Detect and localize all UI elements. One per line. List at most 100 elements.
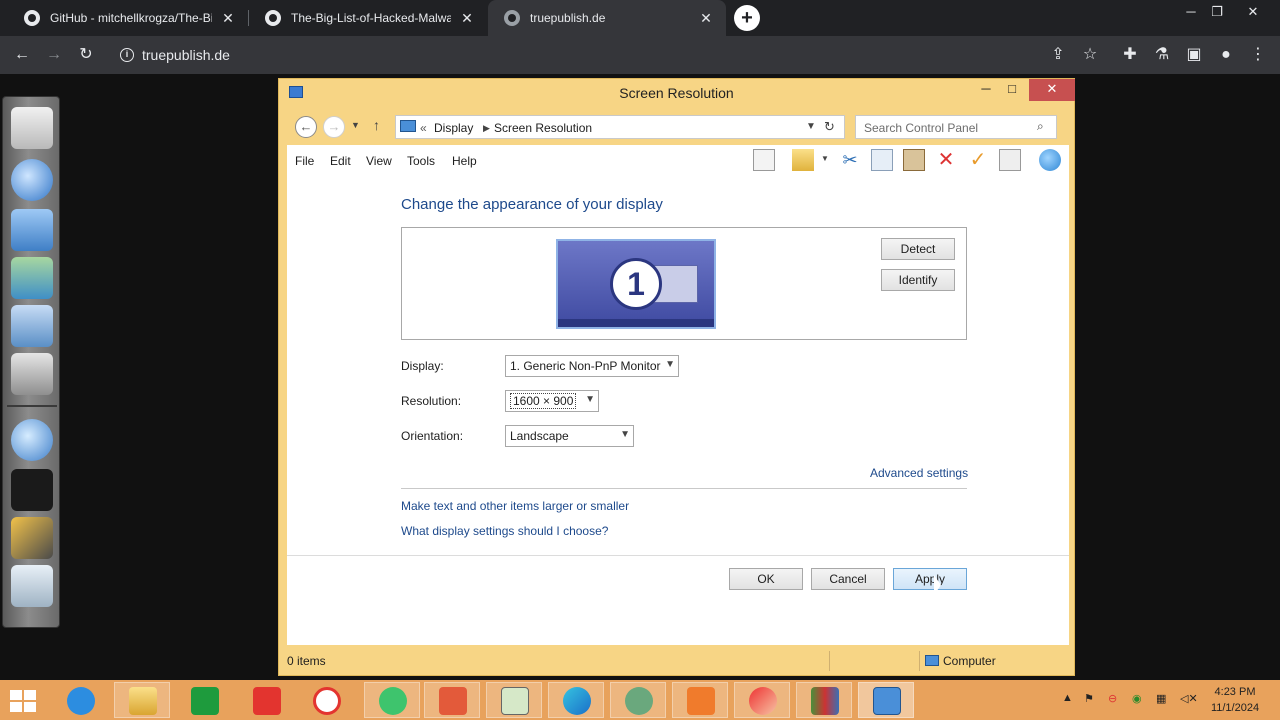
text-size-link[interactable]: Make text and other items larger or smal… [401, 499, 629, 513]
breadcrumb-display[interactable]: Display [434, 121, 473, 135]
maximize-icon[interactable]: □ [1001, 79, 1023, 101]
search-icon[interactable]: ⌕ [1037, 119, 1044, 134]
cut-icon[interactable]: ✂ [839, 149, 861, 171]
dock-separator [7, 405, 57, 407]
close-icon[interactable]: ✕ [1029, 79, 1075, 101]
folder-icon[interactable] [11, 257, 53, 299]
extensions-icon[interactable]: ✚ [1116, 42, 1144, 68]
apply-button[interactable]: Apply [893, 568, 967, 590]
system-clock[interactable]: 4:23 PM 11/1/2024 [1202, 684, 1268, 716]
show-hidden-icons-icon[interactable]: ▲ [1062, 692, 1073, 704]
folder-icon[interactable] [11, 305, 53, 347]
site-info-icon[interactable]: i [120, 48, 134, 62]
store-icon [191, 687, 219, 715]
taskbar-screen-resolution[interactable] [858, 682, 914, 718]
up-arrow-icon[interactable]: ↑ [373, 117, 380, 133]
close-icon[interactable]: ✕ [698, 10, 714, 27]
menu-view[interactable]: View [366, 154, 392, 168]
breadcrumb[interactable]: « Display ▶ Screen Resolution ▼ ↻ [395, 115, 845, 139]
monitor-1-preview[interactable]: 1 [556, 239, 716, 329]
close-icon[interactable]: ✕ [459, 10, 475, 27]
bookmark-star-icon[interactable]: ☆ [1076, 42, 1104, 68]
menu-edit[interactable]: Edit [330, 154, 351, 168]
browser-tab-github[interactable]: GitHub - mitchellkrogza/The-Big ✕ [8, 0, 248, 36]
recycle-bin-icon[interactable] [11, 565, 53, 607]
taskbar-yandex[interactable] [238, 682, 294, 718]
taskbar-internet-explorer[interactable] [52, 682, 108, 718]
cancel-button[interactable]: Cancel [811, 568, 885, 590]
breadcrumb-prefix: « [420, 121, 427, 135]
paste-icon[interactable] [903, 149, 925, 171]
reload-icon[interactable]: ↻ [72, 42, 100, 68]
taskbar-yandex-browser[interactable] [298, 682, 354, 718]
search-input[interactable]: Search Control Panel [855, 115, 1057, 139]
forward-arrow-icon[interactable]: → [40, 42, 68, 68]
display-help-link[interactable]: What display settings should I choose? [401, 524, 608, 538]
computer-icon [925, 655, 939, 666]
taskbar-store[interactable] [176, 682, 232, 718]
detect-button[interactable]: Detect [881, 238, 955, 260]
shield-icon[interactable]: ◉ [1132, 692, 1142, 705]
taskbar-chart-app[interactable] [486, 682, 542, 718]
browser-tab-hacked-malware[interactable]: The-Big-List-of-Hacked-Malware ✕ [249, 0, 487, 36]
tab-title: The-Big-List-of-Hacked-Malware [291, 11, 451, 25]
taskbar-check-app[interactable] [364, 682, 420, 718]
new-tab-button[interactable]: + [734, 5, 760, 31]
taskbar-box-app[interactable] [424, 682, 480, 718]
taskbar-rocket-app[interactable] [672, 682, 728, 718]
tools-icon[interactable] [11, 353, 53, 395]
layout-pane-icon[interactable] [753, 149, 775, 171]
globe-icon[interactable] [1039, 149, 1061, 171]
taskbar-winrar[interactable] [796, 682, 852, 718]
advanced-settings-link[interactable]: Advanced settings [870, 466, 968, 480]
globe-icon[interactable] [11, 419, 53, 461]
delete-icon[interactable]: ✕ [935, 149, 957, 171]
taskbar-network-app[interactable] [610, 682, 666, 718]
hammer-icon[interactable] [11, 517, 53, 559]
close-window-icon[interactable]: ✕ [1238, 0, 1268, 30]
identify-button[interactable]: Identify [881, 269, 955, 291]
display-select[interactable]: 1. Generic Non-PnP Monitor ▼ [505, 355, 679, 377]
minimize-icon[interactable]: ─ [975, 79, 997, 101]
taskbar-edge[interactable] [548, 682, 604, 718]
refresh-icon[interactable]: ↻ [824, 119, 835, 135]
taskbar-ccleaner[interactable] [734, 682, 790, 718]
chevron-down-icon[interactable]: ▼ [806, 121, 816, 132]
address-bar[interactable]: i truepublish.de [110, 40, 1110, 70]
menu-tools[interactable]: Tools [407, 154, 435, 168]
document-icon[interactable] [11, 107, 53, 149]
back-arrow-icon[interactable]: ← [295, 116, 317, 138]
menu-help[interactable]: Help [452, 154, 477, 168]
ok-button[interactable]: OK [729, 568, 803, 590]
network-icon[interactable]: ▦ [1156, 692, 1166, 705]
back-arrow-icon[interactable]: ← [8, 42, 36, 68]
folder-icon[interactable] [792, 149, 814, 171]
side-panel-icon[interactable]: ▣ [1180, 42, 1208, 68]
flag-icon[interactable]: ⚑ [1084, 692, 1094, 705]
clock-time: 4:23 PM [1214, 686, 1256, 698]
chevron-down-icon[interactable]: ▼ [821, 154, 829, 163]
menu-file[interactable]: File [295, 154, 314, 168]
properties-icon[interactable] [999, 149, 1021, 171]
lab-flask-icon[interactable]: ⚗ [1148, 42, 1176, 68]
speaker-muted-icon[interactable]: ◁✕ [1180, 692, 1198, 705]
copy-icon[interactable] [871, 149, 893, 171]
share-icon[interactable]: ⇪ [1044, 42, 1072, 68]
windows-start-icon[interactable] [10, 690, 36, 712]
tshirt-icon[interactable] [11, 469, 53, 511]
orientation-select[interactable]: Landscape ▼ [505, 425, 634, 447]
recent-locations-icon[interactable]: ▼ [351, 120, 360, 130]
breadcrumb-screen-resolution[interactable]: Screen Resolution [494, 121, 592, 135]
forward-arrow-icon[interactable]: → [323, 116, 345, 138]
folder-icon[interactable] [11, 209, 53, 251]
close-icon[interactable]: ✕ [220, 10, 236, 27]
restore-icon[interactable]: ❐ [1202, 0, 1232, 30]
checkmark-icon[interactable]: ✓ [967, 149, 989, 171]
taskbar-file-explorer[interactable] [114, 682, 170, 718]
browser-tab-truepublish[interactable]: truepublish.de ✕ [488, 0, 726, 36]
profile-icon[interactable]: ● [1212, 42, 1240, 68]
resolution-select[interactable]: 1600 × 900 ▼ [505, 390, 599, 412]
menu-kebab-icon[interactable]: ⋮ [1244, 42, 1272, 68]
block-icon[interactable]: ⊖ [1108, 692, 1117, 705]
globe-icon[interactable] [11, 159, 53, 201]
